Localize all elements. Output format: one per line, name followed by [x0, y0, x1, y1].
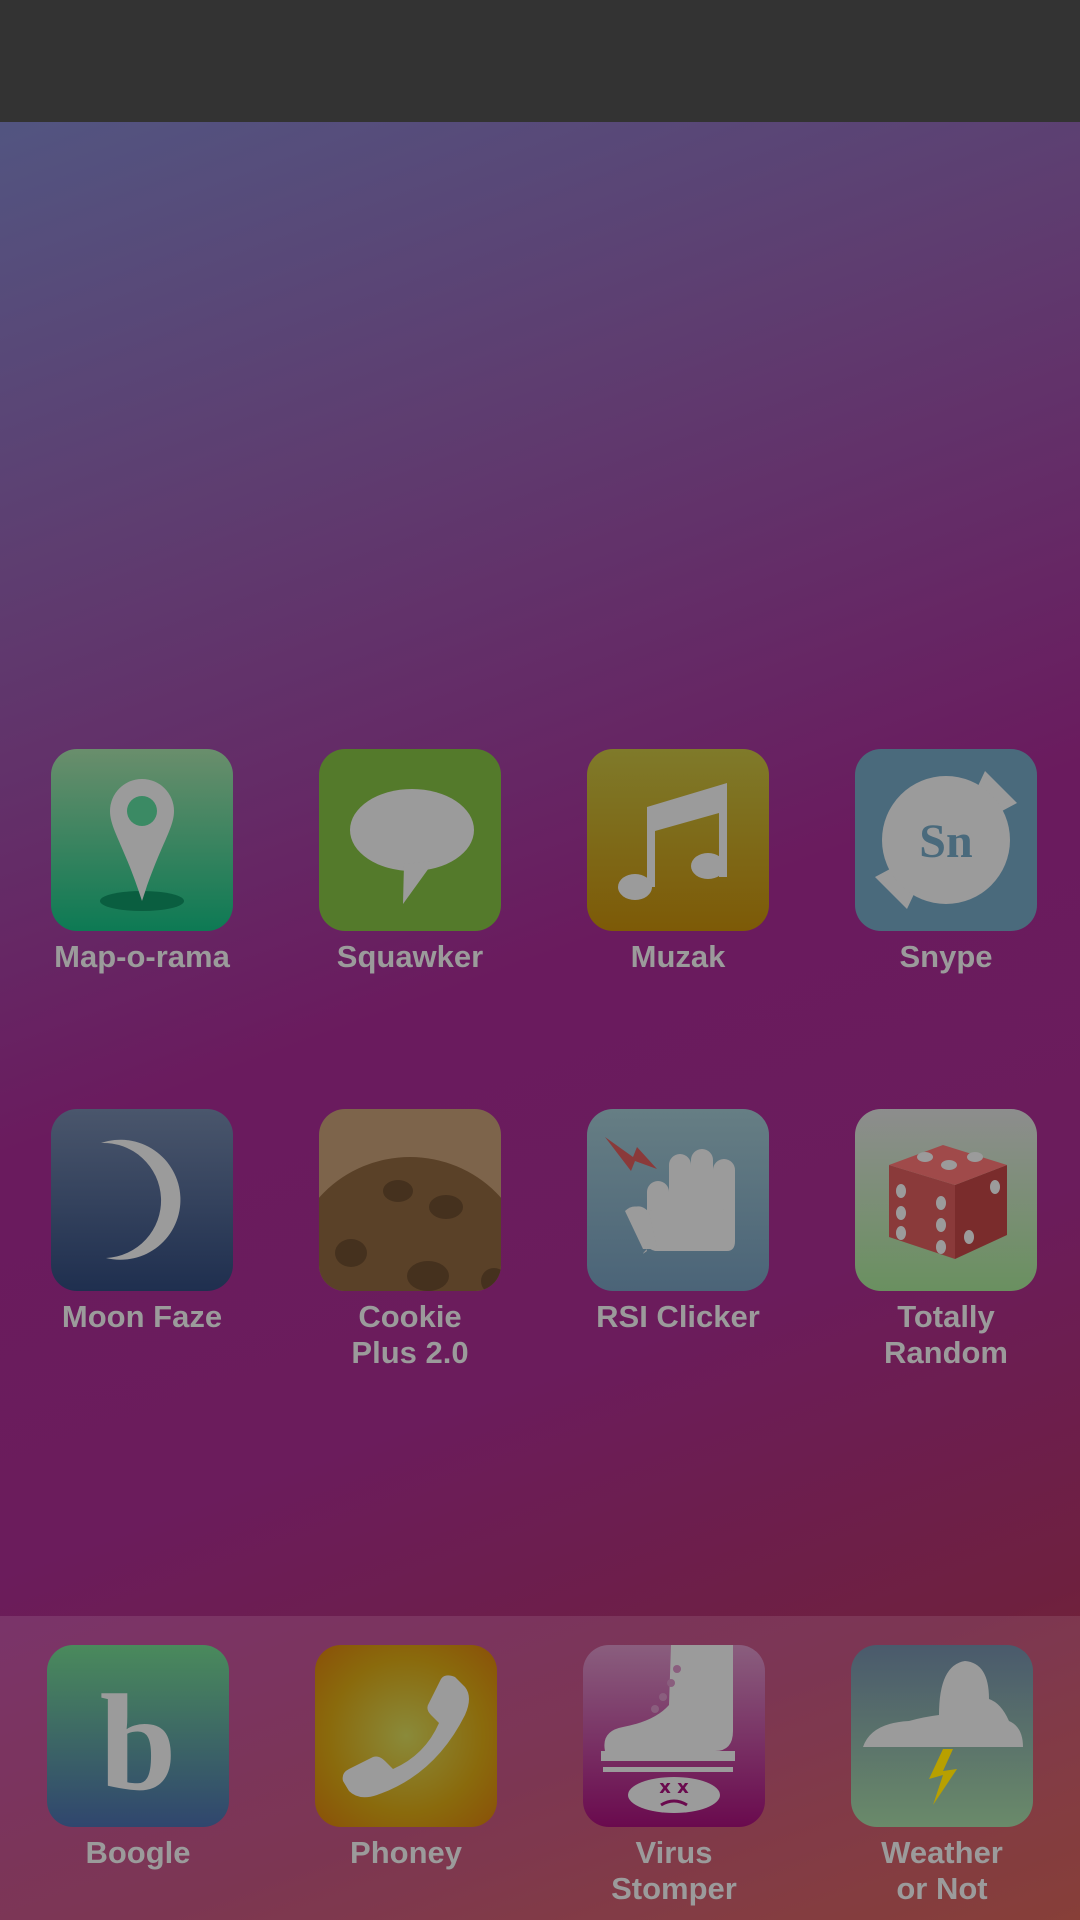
svg-text:x x: x x [659, 1777, 689, 1798]
app-label: Map-o-rama [54, 939, 230, 974]
app-label: Muzak [630, 939, 726, 974]
cookie-icon [319, 1109, 501, 1291]
app-label: Moon Faze [61, 1299, 223, 1334]
phone-handset-icon [315, 1645, 497, 1827]
app-label: RSI Clicker [596, 1299, 760, 1334]
app-label: Totally Random [884, 1299, 1008, 1370]
dock-app-weather-or-not[interactable]: Weather or Not [822, 1645, 1062, 1907]
app-label: Squawker [336, 939, 484, 974]
svg-text:Sn: Sn [919, 815, 972, 868]
speech-bubble-icon [319, 749, 501, 931]
dock-app-phoney[interactable]: Phoney [286, 1645, 526, 1871]
app-label: Phoney [350, 1835, 462, 1870]
crescent-moon-icon [51, 1109, 233, 1291]
app-label: Weather or Not [881, 1835, 1003, 1906]
app-label: Cookie Plus 2.0 [351, 1299, 469, 1370]
status-bar [0, 0, 1080, 122]
boogle-b-icon: b [47, 1645, 229, 1827]
boot-stomp-icon: x x [583, 1645, 765, 1827]
app-map-o-rama[interactable]: Map-o-rama [22, 749, 262, 975]
snype-logo-icon: Sn [855, 749, 1037, 931]
app-snype[interactable]: Sn Snype [826, 749, 1066, 975]
app-label: Boogle [85, 1835, 191, 1870]
app-rsi-clicker[interactable]: RSI Clicker [558, 1109, 798, 1335]
dice-icon [855, 1109, 1037, 1291]
app-cookie-plus[interactable]: Cookie Plus 2.0 [290, 1109, 530, 1371]
app-squawker[interactable]: Squawker [290, 749, 530, 975]
app-moon-faze[interactable]: Moon Faze [22, 1109, 262, 1335]
hand-click-icon [587, 1109, 769, 1291]
app-muzak[interactable]: Muzak [558, 749, 798, 975]
dock-app-virus-stomper[interactable]: x x Virus Stomper [554, 1645, 794, 1907]
music-note-icon [587, 749, 769, 931]
app-label: Virus Stomper [611, 1835, 737, 1906]
map-pin-icon [51, 749, 233, 931]
storm-cloud-icon [851, 1645, 1033, 1827]
app-totally-random[interactable]: Totally Random [826, 1109, 1066, 1371]
dock-app-boogle[interactable]: b Boogle [18, 1645, 258, 1871]
svg-text:b: b [100, 1666, 177, 1819]
app-label: Snype [899, 939, 993, 974]
